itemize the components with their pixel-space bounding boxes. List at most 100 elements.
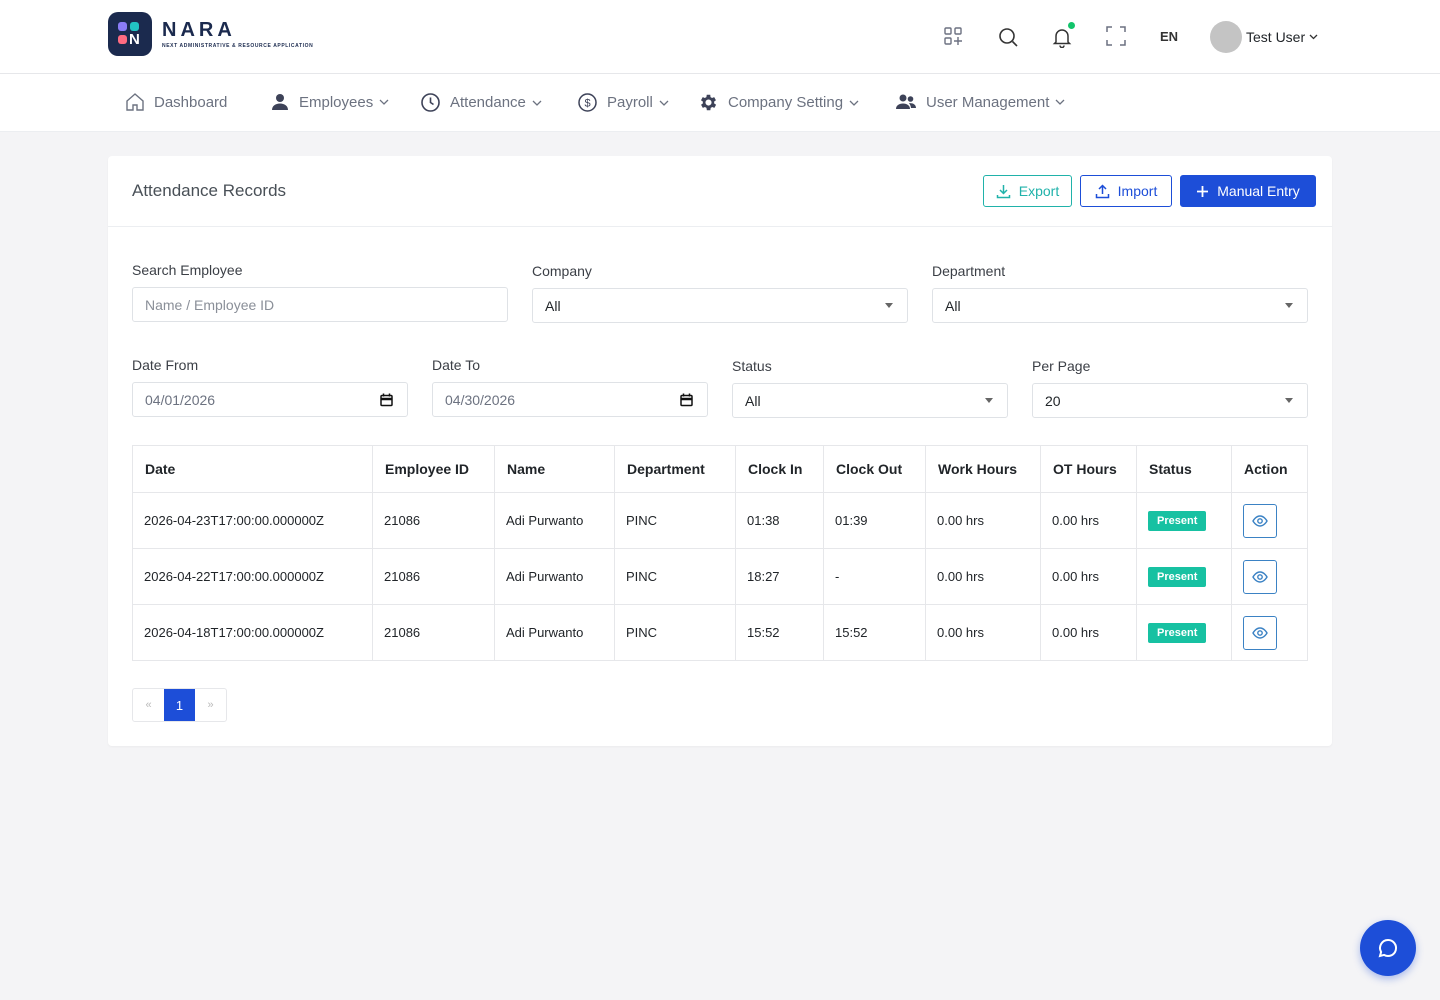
cell-action [1231,604,1308,661]
bell-icon[interactable] [1051,22,1075,49]
cell-clock-out: - [823,548,926,605]
avatar [1210,21,1242,53]
pagination: « 1 » [132,688,227,722]
cell-department: PINC [614,548,736,605]
department-select[interactable]: All [932,288,1308,323]
cell-name: Adi Purwanto [494,492,615,549]
apps-icon[interactable] [943,26,965,48]
card-header: Attendance Records Export Import Manual … [108,156,1332,227]
upload-icon [1095,183,1109,198]
column-header[interactable]: Employee ID [372,445,495,493]
clock-icon [421,93,440,112]
column-header[interactable]: Work Hours [925,445,1041,493]
column-header[interactable]: Date [132,445,373,493]
nav-item-attendance[interactable]: Attendance [420,92,542,113]
company-label: Company [532,263,592,279]
view-button[interactable] [1243,615,1277,650]
nav-label: Employees [299,93,374,111]
cell-action [1231,492,1308,549]
chevron-down-icon [659,100,669,106]
chat-button[interactable] [1360,920,1416,976]
language-switcher[interactable]: EN [1160,29,1178,44]
column-header[interactable]: Name [494,445,615,493]
cell-status: Present [1136,492,1232,549]
notification-dot [1068,22,1075,29]
date-from-input[interactable]: 04/01/2026 [132,382,408,417]
plus-icon [1197,185,1209,197]
column-header[interactable]: OT Hours [1040,445,1137,493]
dropdown-arrow-icon [985,398,993,403]
brand-logo[interactable]: N NARA NEXT ADMINISTRATIVE & RESOURCE AP… [108,12,313,56]
import-button[interactable]: Import [1080,175,1172,207]
users-icon [896,94,916,109]
pagination-prev[interactable]: « [133,689,164,721]
pagination-next[interactable]: » [195,689,226,721]
search-icon[interactable] [997,26,1019,48]
eye-icon [1252,570,1268,583]
nav-label: Dashboard [154,93,228,111]
status-select[interactable]: All [732,383,1008,418]
per-page-select[interactable]: 20 [1032,383,1308,418]
chat-icon [1378,938,1397,958]
main-nav: Dashboard Employees Attendance $ Payroll… [0,74,1440,132]
nav-item-company-setting[interactable]: Company Setting [698,92,859,113]
cell-clock-in: 18:27 [735,548,824,605]
page-title: Attendance Records [132,181,287,200]
dropdown-arrow-icon [1285,303,1293,308]
cell-ot-hours: 0.00 hrs [1040,548,1137,605]
top-bar: N NARA NEXT ADMINISTRATIVE & RESOURCE AP… [0,0,1440,74]
nav-item-user-management[interactable]: User Management [895,92,1065,112]
cell-ot-hours: 0.00 hrs [1040,604,1137,661]
manual-entry-button[interactable]: Manual Entry [1180,175,1316,207]
company-select[interactable]: All [532,288,908,323]
download-icon [996,184,1011,198]
user-name: Test User [1246,29,1306,45]
date-to-input[interactable]: 04/30/2026 [432,382,708,417]
nav-label: User Management [926,93,1050,111]
cell-date: 2026-04-18T17:00:00.000000Z [132,604,373,661]
cell-employee-id: 21086 [372,604,495,661]
export-button[interactable]: Export [983,175,1072,207]
table-row: 2026-04-18T17:00:00.000000Z 21086 Adi Pu… [132,604,1308,661]
nav-item-employees[interactable]: Employees [270,92,389,112]
nav-label: Payroll [607,94,653,111]
calendar-icon[interactable] [680,393,693,407]
dollar-icon: $ [578,93,597,112]
cell-name: Adi Purwanto [494,604,615,661]
per-page-label: Per Page [1032,358,1091,374]
cell-employee-id: 21086 [372,492,495,549]
svg-text:$: $ [584,98,590,110]
cell-clock-out: 15:52 [823,604,926,661]
chevron-down-icon [849,100,859,106]
cell-date: 2026-04-22T17:00:00.000000Z [132,548,373,605]
logo-mark-icon: N [108,12,152,56]
column-header[interactable]: Status [1136,445,1232,493]
cell-employee-id: 21086 [372,548,495,605]
calendar-icon[interactable] [380,393,393,407]
status-label: Status [732,358,772,374]
pagination-page[interactable]: 1 [164,689,195,721]
nav-item-payroll[interactable]: $ Payroll [577,92,669,113]
view-button[interactable] [1243,559,1277,594]
status-badge: Present [1148,510,1207,531]
gear-icon [700,94,717,111]
search-employee-label: Search Employee [132,262,243,278]
user-menu[interactable]: Test User [1210,21,1318,53]
home-icon [126,93,144,111]
date-from-label: Date From [132,357,199,373]
column-header[interactable]: Clock In [735,445,824,493]
cell-status: Present [1136,604,1232,661]
status-badge: Present [1148,622,1207,643]
cell-clock-out: 01:39 [823,492,926,549]
eye-icon [1252,514,1268,527]
nav-item-dashboard[interactable]: Dashboard [125,92,227,112]
brand-title: NARA [162,19,236,41]
column-header[interactable]: Department [614,445,736,493]
search-input[interactable]: Name / Employee ID [132,287,508,322]
table-row: 2026-04-23T17:00:00.000000Z 21086 Adi Pu… [132,492,1308,549]
cell-work-hours: 0.00 hrs [925,548,1041,605]
dropdown-arrow-icon [1285,398,1293,403]
fullscreen-icon[interactable] [1106,26,1128,48]
view-button[interactable] [1243,503,1277,538]
column-header[interactable]: Clock Out [823,445,926,493]
